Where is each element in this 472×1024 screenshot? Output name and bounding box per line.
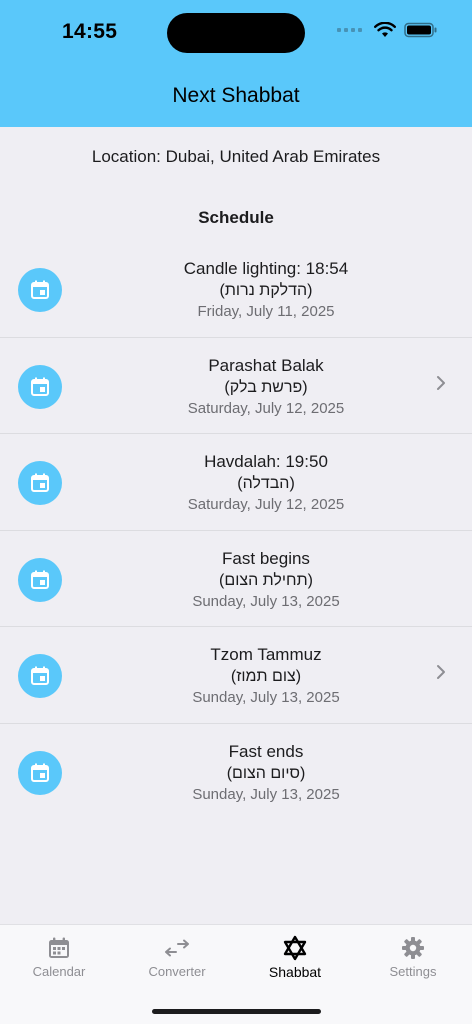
cellular-icon bbox=[337, 28, 362, 32]
converter-icon bbox=[165, 939, 189, 957]
event-row-link[interactable]: Parashat Balak (פרשת בלק) Saturday, July… bbox=[0, 338, 472, 435]
home-indicator bbox=[152, 1009, 321, 1014]
event-date: Sunday, July 13, 2025 bbox=[192, 785, 340, 803]
chevron-right-icon[interactable] bbox=[436, 375, 446, 391]
tab-label: Shabbat bbox=[268, 964, 322, 980]
event-hebrew-title: (הדלקת נרות) bbox=[219, 282, 313, 299]
event-row: Fast begins (תחילת הצום) Sunday, July 13… bbox=[0, 531, 472, 628]
event-row: Fast ends (סיום הצום) Sunday, July 13, 2… bbox=[0, 724, 472, 821]
battery-icon bbox=[404, 22, 437, 38]
event-hebrew-title: (הבדלה) bbox=[237, 475, 295, 493]
page-title: Next Shabbat bbox=[172, 84, 300, 107]
event-title: Candle lighting: 18:54 bbox=[183, 259, 349, 278]
event-hebrew-title: (צום תמוז) bbox=[230, 668, 302, 686]
tab-converter[interactable]: Converter bbox=[118, 935, 236, 979]
calendar-icon bbox=[18, 750, 62, 795]
event-title: Tzom Tammuz bbox=[210, 645, 322, 665]
event-title: Fast ends bbox=[228, 741, 304, 761]
tab-settings[interactable]: Settings bbox=[354, 935, 472, 979]
status-time: 14:55 bbox=[62, 20, 118, 43]
event-date: Saturday, July 12, 2025 bbox=[187, 399, 345, 417]
event-date: Friday, July 11, 2025 bbox=[197, 303, 335, 320]
dynamic-island bbox=[167, 13, 305, 53]
event-title: Havdalah: 19:50 bbox=[204, 452, 328, 472]
calendar-icon bbox=[18, 557, 62, 602]
event-date: Sunday, July 13, 2025 bbox=[192, 689, 340, 707]
event-row-link[interactable]: Tzom Tammuz (צום תמוז) Sunday, July 13, … bbox=[0, 627, 472, 724]
schedule-list: Candle lighting: 18:54 (הדלקת נרות) Frid… bbox=[0, 241, 472, 821]
schedule-heading: Schedule bbox=[198, 208, 274, 227]
tab-shabbat[interactable]: Shabbat bbox=[236, 935, 354, 980]
calendar-icon bbox=[18, 364, 62, 409]
tab-label: Calendar bbox=[32, 964, 86, 979]
tab-label: Converter bbox=[148, 964, 206, 979]
event-date: Saturday, July 12, 2025 bbox=[187, 496, 345, 514]
calendar-icon bbox=[18, 268, 62, 312]
tab-calendar[interactable]: Calendar bbox=[0, 935, 118, 979]
gear-icon bbox=[402, 937, 424, 959]
event-date: Sunday, July 13, 2025 bbox=[192, 592, 340, 610]
calendar-icon bbox=[49, 937, 69, 958]
header-bar: 14:55 Next Shabbat bbox=[0, 0, 472, 127]
event-hebrew-title: (פרשת בלק) bbox=[224, 378, 308, 396]
calendar-icon bbox=[18, 654, 62, 699]
event-row: Candle lighting: 18:54 (הדלקת נרות) Frid… bbox=[0, 241, 472, 338]
location-label: Location: Dubai, United Arab Emirates bbox=[91, 147, 381, 166]
status-icons bbox=[337, 22, 438, 38]
calendar-icon bbox=[18, 461, 62, 506]
wifi-icon bbox=[374, 22, 396, 37]
star-of-david-icon bbox=[283, 935, 307, 961]
event-hebrew-title: (תחילת הצום) bbox=[219, 571, 313, 589]
chevron-right-icon[interactable] bbox=[436, 664, 446, 680]
event-title: Fast begins bbox=[222, 548, 310, 568]
event-hebrew-title: (סיום הצום) bbox=[226, 764, 306, 782]
event-title: Parashat Balak bbox=[208, 355, 324, 375]
event-row: Havdalah: 19:50 (הבדלה) Saturday, July 1… bbox=[0, 434, 472, 531]
tab-label: Settings bbox=[389, 964, 437, 979]
